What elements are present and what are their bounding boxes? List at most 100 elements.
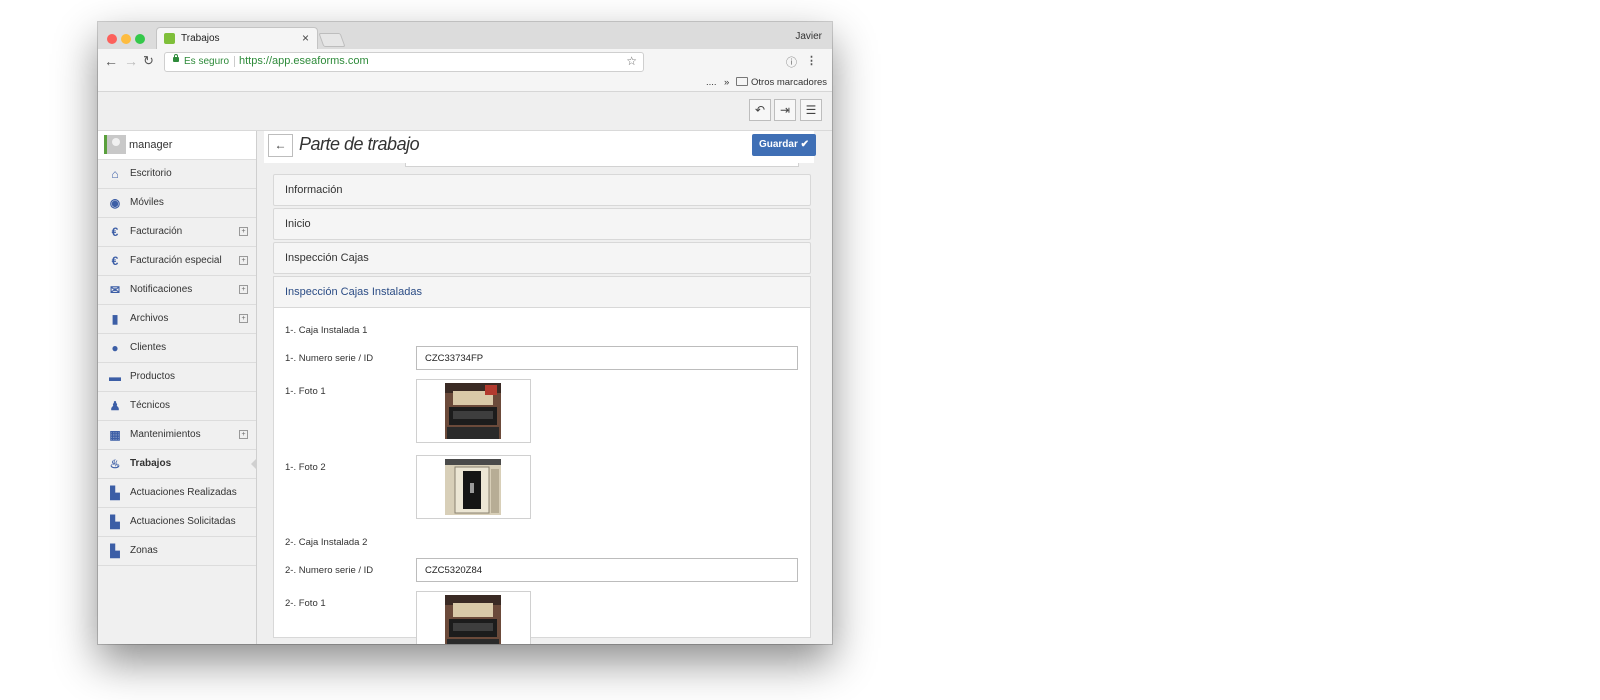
avatar (104, 135, 126, 154)
bookmark-star-icon[interactable]: ☆ (626, 54, 637, 68)
main-content: ← Parte de trabajo Guardar ✔ Información… (257, 131, 832, 644)
serial1-value: CZC33734FP (425, 353, 484, 364)
foto1-2-label: 1-. Foto 2 (285, 462, 326, 473)
section-title: Inicio (285, 218, 311, 230)
browser-toolbar: ← → ↻ Es seguro https://app.eseaforms.co… (98, 49, 832, 75)
section-inicio[interactable]: Inicio (273, 208, 811, 240)
window-controls (107, 31, 149, 49)
sidebar-item-clientes[interactable]: ● Clientes (98, 334, 256, 363)
section-title: Inspección Cajas (285, 252, 369, 264)
caja1-heading: 1-. Caja Instalada 1 (285, 325, 368, 336)
arrow-left-icon: ← (274, 138, 287, 152)
profile-name[interactable]: Javier (795, 31, 822, 42)
sidebar-item-zonas[interactable]: ▙ Zonas (98, 537, 256, 566)
sidebar-item-tecnicos[interactable]: ♟ Técnicos (98, 392, 256, 421)
back-arrow-icon[interactable]: ← (104, 53, 118, 69)
serial1-label: 1-. Numero serie / ID (285, 353, 374, 364)
photo-thumbnail[interactable] (416, 379, 531, 443)
reload-icon[interactable]: ↻ (143, 53, 154, 69)
home-icon: ⌂ (111, 167, 119, 181)
new-tab-button[interactable] (318, 33, 346, 47)
lock-icon (173, 54, 179, 62)
users-icon: ● (111, 341, 119, 355)
sidebar-item-label: Zonas (130, 545, 158, 556)
expand-icon[interactable]: + (239, 430, 248, 439)
sidebar-item-notificaciones[interactable]: ✉ Notificaciones + (98, 276, 256, 305)
sidebar-item-label: Actuaciones Solicitadas (130, 516, 236, 527)
expand-icon[interactable]: + (239, 285, 248, 294)
logout-button[interactable]: ⇥ (774, 99, 796, 121)
save-button[interactable]: Guardar ✔ (752, 134, 816, 156)
photo-thumbnail[interactable] (416, 591, 531, 644)
foto2-1-label: 2-. Foto 1 (285, 598, 326, 609)
fire-icon: ♨ (109, 457, 121, 471)
sidebar-item-label: Productos (130, 371, 176, 382)
sidebar-item-label: Facturación especial (130, 255, 222, 266)
maximize-window-button[interactable] (135, 34, 145, 44)
sidebar-item-archivos[interactable]: ▮ Archivos + (98, 305, 256, 334)
serial1-input[interactable]: CZC33734FP (416, 346, 798, 370)
browser-window: Trabajos × Javier ← → ↻ Es seguro https:… (98, 22, 832, 644)
menu-button[interactable]: ☰ (800, 99, 822, 121)
photo-computer-desk (445, 595, 501, 644)
photo-box-cabinet (445, 459, 501, 515)
sidebar-item-actuaciones-solicitadas[interactable]: ▙ Actuaciones Solicitadas (98, 508, 256, 537)
file-icon: ▙ (110, 544, 120, 558)
secure-label: Es seguro (184, 56, 230, 67)
cart-icon: ▬ (109, 370, 121, 384)
expand-icon[interactable]: + (239, 256, 248, 265)
divider (234, 56, 235, 67)
kebab-menu-icon[interactable]: ⋮ (806, 54, 817, 67)
section-inspeccion-cajas[interactable]: Inspección Cajas (273, 242, 811, 274)
sidebar-item-label: Notificaciones (130, 284, 193, 295)
expand-icon[interactable]: + (239, 227, 248, 236)
tab-close-icon[interactable]: × (302, 31, 309, 45)
sidebar-item-label: Facturación (130, 226, 183, 237)
caja2-heading: 2-. Caja Instalada 2 (285, 537, 368, 548)
bookmarks-overflow[interactable]: .... (706, 77, 717, 88)
url-text[interactable]: https://app.eseaforms.com (239, 55, 369, 67)
sign-out-icon: ⇥ (779, 103, 791, 117)
section-inspeccion-cajas-instaladas: Inspección Cajas Instaladas 1-. Caja Ins… (273, 276, 811, 644)
sidebar-item-label: Actuaciones Realizadas (130, 487, 237, 498)
sidebar-item-escritorio[interactable]: ⌂ Escritorio (98, 160, 256, 189)
undo-button[interactable]: ↶ (749, 99, 771, 121)
sidebar-item-label: Mantenimientos (130, 429, 201, 440)
person-icon: ♟ (109, 399, 121, 413)
user-panel[interactable]: manager (98, 131, 256, 160)
forward-arrow-icon[interactable]: → (124, 53, 138, 69)
sidebar-item-facturacion-especial[interactable]: € Facturación especial + (98, 247, 256, 276)
sidebar-item-productos[interactable]: ▬ Productos (98, 363, 256, 392)
file-icon: ▙ (110, 515, 120, 529)
back-button[interactable]: ← (268, 134, 293, 157)
sidebar-item-trabajos[interactable]: ♨ Trabajos (98, 450, 257, 479)
section-title: Inspección Cajas Instaladas (285, 286, 422, 298)
address-bar[interactable]: Es seguro https://app.eseaforms.com ☆ (164, 52, 644, 72)
android-icon: ◉ (109, 196, 121, 210)
sidebar-item-facturacion[interactable]: € Facturación + (98, 218, 256, 247)
hamburger-icon: ☰ (805, 103, 817, 117)
sidebar-item-moviles[interactable]: ◉ Móviles (98, 189, 256, 218)
sidebar-item-label: Clientes (130, 342, 167, 353)
sidebar-item-mantenimientos[interactable]: ▦ Mantenimientos + (98, 421, 256, 450)
sidebar-item-actuaciones-realizadas[interactable]: ▙ Actuaciones Realizadas (98, 479, 256, 508)
euro-icon: € (111, 254, 119, 268)
other-bookmarks[interactable]: Otros marcadores (736, 77, 827, 88)
reply-icon: ↶ (754, 103, 766, 117)
close-window-button[interactable] (107, 34, 117, 44)
info-icon[interactable]: ⓘ (786, 54, 797, 70)
browser-tab[interactable]: Trabajos × (156, 27, 318, 50)
user-name: manager (129, 139, 173, 151)
calendar-icon: ▦ (109, 428, 121, 442)
favicon-icon (164, 33, 175, 44)
photo-thumbnail[interactable] (416, 455, 531, 519)
other-bookmarks-label: Otros marcadores (751, 77, 828, 88)
minimize-window-button[interactable] (121, 34, 131, 44)
bookmarks-chevron-icon[interactable]: » (724, 77, 729, 88)
serial2-value: CZC5320Z84 (425, 565, 483, 576)
expand-icon[interactable]: + (239, 314, 248, 323)
section-informacion[interactable]: Información (273, 174, 811, 206)
section-header[interactable]: Inspección Cajas Instaladas (274, 277, 810, 308)
foto1-1-label: 1-. Foto 1 (285, 386, 326, 397)
serial2-input[interactable]: CZC5320Z84 (416, 558, 798, 582)
